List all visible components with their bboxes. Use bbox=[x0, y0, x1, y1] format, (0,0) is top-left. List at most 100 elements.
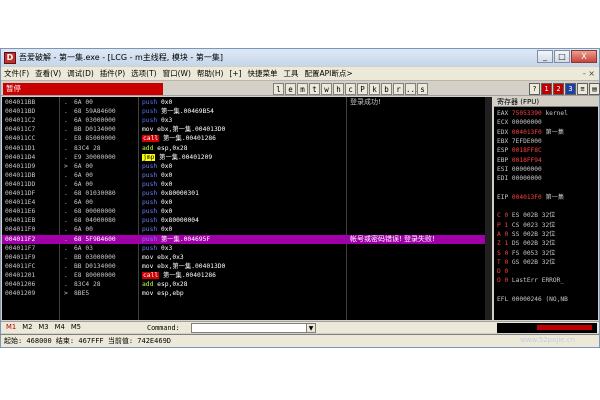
menu-item[interactable]: 选项(T) bbox=[128, 68, 159, 79]
disasm-row[interactable]: 004011E6. 68 00000000 push 0x0 bbox=[2, 207, 492, 216]
opcode: push bbox=[142, 190, 158, 197]
disasm-row[interactable]: 004011F7. 6A 03 push 0x3 bbox=[2, 244, 492, 253]
disasm-row[interactable]: 004011DD. 6A 00 push 0x0 bbox=[2, 180, 492, 189]
command-input[interactable] bbox=[191, 323, 316, 333]
disasm-row[interactable]: 004011BB. 6A 00 push 0x0 登录成功! bbox=[2, 98, 492, 107]
toolbar-letter-button[interactable]: w bbox=[321, 83, 332, 95]
jump-marker: . bbox=[64, 99, 68, 106]
register-row[interactable]: C 0 ES 002B 32位 bbox=[497, 211, 555, 220]
operand: 0x80000004 bbox=[157, 217, 199, 225]
register-row[interactable]: D 0 bbox=[497, 267, 508, 276]
disasm-row[interactable]: 004011F2. 68 5F9B4600 push 第一集.004695F 帐号或密… bbox=[2, 234, 492, 244]
menu-item[interactable]: 查看(V) bbox=[32, 68, 64, 79]
command-dropdown-icon[interactable]: ▼ bbox=[306, 323, 316, 333]
toolbar-icon-button[interactable]: 3 bbox=[565, 83, 576, 95]
register-row[interactable]: ESP 0018FF8C bbox=[497, 146, 542, 155]
register-row[interactable]: O 0 LastErr ERROR_ bbox=[497, 276, 564, 285]
stack-highlight bbox=[537, 325, 592, 330]
memory-tab[interactable]: M4 bbox=[53, 323, 67, 332]
disasm-row[interactable]: 004011C2. 6A 03000000 push 0x3 bbox=[2, 116, 492, 125]
disasm-row[interactable]: 004011EB. 68 04000080 push 0x80000004 bbox=[2, 216, 492, 225]
memory-tab[interactable]: M2 bbox=[20, 323, 34, 332]
disasm-row[interactable]: 004011E4. 6A 00 push 0x0 bbox=[2, 198, 492, 207]
menu-item[interactable]: 帮助(H) bbox=[194, 68, 227, 79]
instruction-cell: push 第一集.00469B54 bbox=[142, 107, 214, 116]
register-row[interactable]: EFL 00000246 (NO,NB bbox=[497, 295, 568, 304]
instruction-cell: push 0x0 bbox=[142, 198, 172, 207]
toolbar-letter-button[interactable]: ... bbox=[405, 83, 420, 95]
toolbar-letter-button[interactable]: l bbox=[273, 83, 284, 95]
toolbar-letter-button[interactable]: h bbox=[333, 83, 344, 95]
menu-item[interactable]: 快捷菜单 bbox=[245, 68, 281, 79]
menu-item[interactable]: 插件(P) bbox=[97, 68, 128, 79]
register-row[interactable]: P 1 CS 0023 32位 bbox=[497, 221, 555, 230]
register-row[interactable]: A 0 SS 002B 32位 bbox=[497, 230, 555, 239]
disasm-row[interactable]: 00401201. E8 80000000 call 第一集.00401286 bbox=[2, 271, 492, 280]
register-extra: ERROR_ bbox=[538, 277, 565, 285]
register-row[interactable]: Z 1 DS 002B 32位 bbox=[497, 239, 555, 248]
memory-tab[interactable]: M3 bbox=[36, 323, 50, 332]
disasm-row[interactable]: 004011DB. 6A 00 push 0x0 bbox=[2, 171, 492, 180]
disasm-row[interactable]: 004011FC. BB D0134000 mov ebx,第一集.004013D0 bbox=[2, 262, 492, 271]
disasm-row[interactable]: 004011F0. 6A 00 push 0x0 bbox=[2, 225, 492, 234]
operand: esp,0x28 bbox=[153, 281, 188, 288]
menu-item[interactable]: [+] bbox=[226, 69, 244, 78]
register-row[interactable]: EDX 004013F0 第一集 bbox=[497, 128, 564, 137]
register-extra: 32位 bbox=[538, 230, 556, 238]
toolbar-letter-button[interactable]: e bbox=[285, 83, 296, 95]
disasm-row[interactable]: 00401209 >8BE5 mov esp,ebp bbox=[2, 289, 492, 298]
disasm-row[interactable]: 004011BD. 68 59A84600 push 第一集.00469B54 bbox=[2, 107, 492, 116]
memory-tab[interactable]: M5 bbox=[69, 323, 83, 332]
toolbar-letter-button[interactable]: P bbox=[357, 83, 368, 95]
toolbar-letter-button[interactable]: b bbox=[381, 83, 392, 95]
disasm-row[interactable]: 00401206. 83C4 28 add esp,0x28 bbox=[2, 280, 492, 289]
opcode: mov bbox=[142, 253, 154, 261]
disasm-row[interactable]: 004011D4. E9 30000000 jmp 第一集.00401209 bbox=[2, 153, 492, 162]
disasm-row[interactable]: 004011DF. 68 01030080 push 0x80000301 bbox=[2, 189, 492, 198]
toolbar-letter-button[interactable]: c bbox=[345, 83, 356, 95]
disassembly-pane[interactable]: 004011BB. 6A 00 push 0x0 登录成功! 004011BD. 68 5… bbox=[2, 97, 492, 320]
toolbar-icon-button[interactable]: ≡ bbox=[577, 83, 588, 95]
disasm-row[interactable]: 004011CC. E8 85000000 call 第一集.00401286 bbox=[2, 134, 492, 143]
toolbar-icon-button[interactable]: ▤ bbox=[589, 83, 600, 95]
disassembly-scrollbar[interactable] bbox=[485, 97, 492, 320]
disasm-row[interactable]: 004011F9. BB 03000000 mov ebx,0x3 bbox=[2, 253, 492, 262]
toolbar-letter-button[interactable]: s bbox=[417, 83, 428, 95]
close-button[interactable]: X bbox=[571, 50, 597, 63]
jump-marker: > bbox=[64, 162, 68, 170]
menu-item[interactable]: 窗口(W) bbox=[160, 68, 194, 79]
register-row[interactable]: T 0 GS 002B 32位 bbox=[497, 258, 555, 267]
register-value: 00000000 bbox=[508, 165, 542, 173]
jump-marker: . bbox=[64, 235, 68, 243]
toolbar-icon-button[interactable]: 1 bbox=[541, 83, 552, 95]
memory-tab[interactable]: M1 bbox=[4, 323, 18, 332]
register-row[interactable]: ECX 00000000 bbox=[497, 118, 542, 127]
toolbar-letter-button[interactable]: t bbox=[309, 83, 320, 95]
register-name: C 0 bbox=[497, 212, 509, 220]
menu-item[interactable]: 调试(D) bbox=[64, 68, 97, 79]
menu-item[interactable]: 配置API断点> bbox=[302, 68, 356, 79]
toolbar-letter-button[interactable]: m bbox=[297, 83, 308, 95]
register-row[interactable]: EIP 004013F0 第一集 bbox=[497, 193, 564, 202]
mdi-controls[interactable]: - × bbox=[583, 69, 595, 78]
register-value: DS 002B bbox=[508, 240, 538, 248]
maximize-button[interactable]: □ bbox=[554, 50, 570, 63]
register-row[interactable]: EBX 7EFDE000 bbox=[497, 137, 542, 146]
register-row[interactable]: EBP 0018FF94 bbox=[497, 156, 542, 165]
register-row[interactable]: EDI 00000000 bbox=[497, 174, 542, 183]
disasm-row[interactable]: 004011D1. 83C4 28 add esp,0x28 bbox=[2, 144, 492, 153]
menu-item[interactable]: 工具 bbox=[281, 68, 302, 79]
toolbar-icon-button[interactable]: ? bbox=[529, 83, 540, 95]
toolbar-letter-button[interactable]: r bbox=[393, 83, 404, 95]
disasm-row[interactable]: 004011D9 >6A 00 push 0x0 bbox=[2, 162, 492, 171]
minimize-button[interactable]: _ bbox=[537, 50, 553, 63]
register-row[interactable]: ESI 00000000 bbox=[497, 165, 542, 174]
menu-item[interactable]: 文件(F) bbox=[1, 68, 32, 79]
toolbar-letter-button[interactable]: k bbox=[369, 83, 380, 95]
disasm-row[interactable]: 004011C7. BB D0134000 mov ebx,第一集.004013D0 bbox=[2, 125, 492, 134]
registers-pane[interactable]: 寄存器 (FPU) EAX 75053390 kernel ECX 0000000… bbox=[494, 97, 598, 320]
toolbar-icon-button[interactable]: 2 bbox=[553, 83, 564, 95]
register-row[interactable]: S 0 FS 0053 32位 bbox=[497, 249, 555, 258]
registers-header: 寄存器 (FPU) bbox=[494, 97, 598, 107]
register-row[interactable]: EAX 75053390 kernel bbox=[497, 109, 568, 118]
